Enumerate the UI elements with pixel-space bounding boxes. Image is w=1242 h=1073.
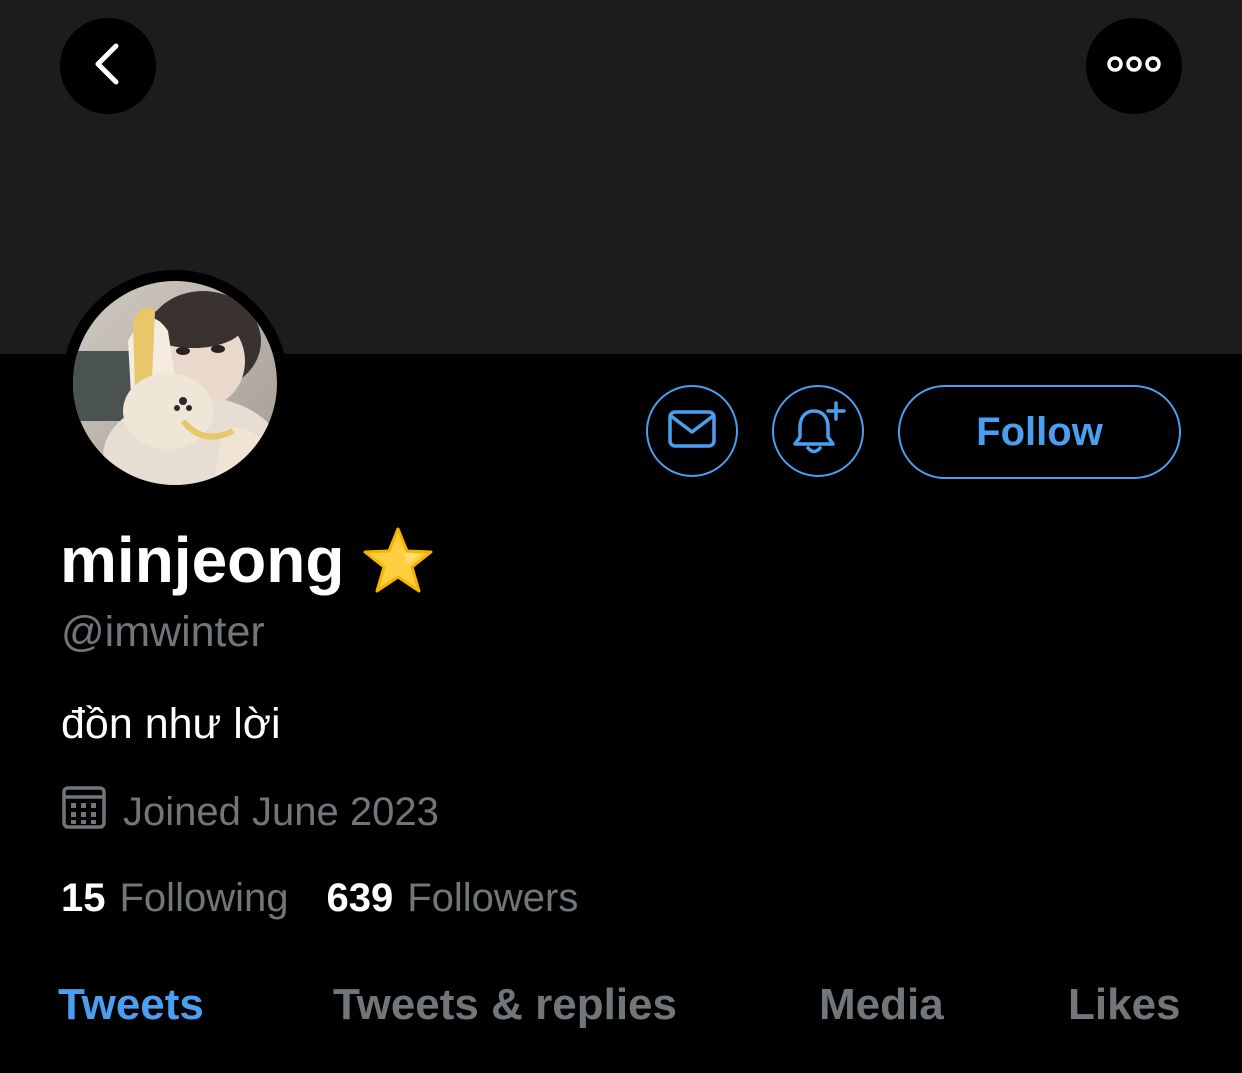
avatar-image — [73, 281, 277, 485]
calendar-icon — [61, 784, 123, 840]
follow-button-label: Follow — [976, 409, 1103, 454]
follow-button[interactable]: Follow — [898, 385, 1181, 479]
following-link[interactable]: 15 Following — [61, 876, 288, 921]
notifications-button[interactable] — [772, 385, 864, 477]
envelope-icon — [667, 409, 717, 454]
back-button[interactable] — [60, 18, 156, 114]
display-name: minjeong — [60, 520, 434, 600]
following-count: 15 — [61, 876, 106, 920]
more-dots-icon — [1106, 54, 1162, 79]
avatar[interactable] — [62, 270, 288, 496]
bell-plus-icon — [790, 400, 846, 462]
followers-link[interactable]: 639 Followers — [326, 876, 578, 921]
followers-label: Followers — [407, 876, 579, 920]
joined-date-text: Joined June 2023 — [123, 789, 439, 834]
tab-media[interactable]: Media — [819, 980, 944, 1030]
message-button[interactable] — [646, 385, 738, 477]
following-label: Following — [119, 876, 289, 920]
more-options-button[interactable] — [1086, 18, 1182, 114]
chevron-left-icon — [88, 40, 128, 93]
profile-stats: 15 Following 639 Followers — [61, 876, 578, 921]
profile-tabs: Tweets Tweets & replies Media Likes — [0, 980, 1242, 1050]
display-name-text: minjeong — [60, 524, 345, 596]
tab-tweets[interactable]: Tweets — [58, 980, 204, 1030]
tab-likes[interactable]: Likes — [1068, 980, 1181, 1030]
followers-count: 639 — [326, 876, 394, 920]
joined-date: Joined June 2023 — [61, 784, 439, 840]
tab-tweets-and-replies[interactable]: Tweets & replies — [333, 980, 677, 1030]
profile-bio: đồn như lời — [61, 700, 281, 748]
star-icon — [362, 526, 434, 594]
user-handle: @imwinter — [61, 608, 265, 656]
